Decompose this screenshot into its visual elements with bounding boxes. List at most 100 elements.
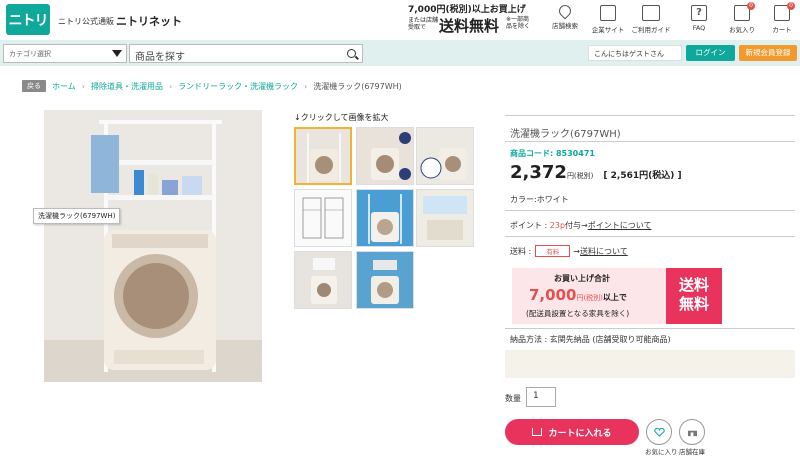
banner-title: お買い上げ合計 (554, 274, 610, 283)
company-site-label: 企業サイト (591, 26, 625, 34)
quantity-input[interactable]: 1 (526, 387, 556, 407)
breadcrumb-separator: › (168, 81, 173, 91)
banner-unit: 円(税別) (576, 294, 603, 302)
company-site-icon (600, 5, 616, 21)
main-product-image[interactable] (44, 110, 262, 382)
thumbnail-2-image (357, 128, 413, 184)
thumbnail-caption: ↓クリックして画像を拡大 (294, 113, 389, 122)
cart-badge: 0 (787, 2, 795, 10)
free-shipping-line1: 送料 (678, 276, 709, 294)
thumbnail-4-image (295, 190, 351, 246)
search-input[interactable]: 商品を探す (129, 44, 363, 63)
header: ニトリ ニトリ公式通販 ニトリネット 7,000円(税別)以上お買上げ または店… (0, 0, 800, 40)
divider (505, 115, 795, 116)
guide-label: ご利用ガイド (631, 26, 671, 34)
add-to-cart-button[interactable]: カートに入れる (505, 419, 639, 445)
product-price: 2,372 円(税別) [ 2,561円(税込) ] (510, 162, 682, 183)
shipping-paid-tag: 有料 (535, 245, 571, 257)
store-stock-button[interactable] (679, 419, 705, 445)
favorites-link[interactable]: 0 お気入り (720, 2, 764, 37)
product-code-value: 8530471 (555, 149, 595, 158)
thumbnail-3-image (417, 128, 473, 184)
breadcrumb-cleaning[interactable]: 掃除道具・洗濯用品 (91, 81, 163, 92)
banner-note: (配送員設置となる家具を除く) (526, 309, 630, 318)
price-tax-included: [ 2,561円(税込) ] (603, 171, 682, 181)
search-icon[interactable] (347, 49, 356, 58)
heart-icon (653, 427, 665, 437)
divider (505, 210, 795, 211)
promo-right-note: ※一部商品を除く (506, 16, 531, 30)
price-unit: 円(税別) (566, 172, 594, 180)
store-icon (687, 430, 697, 436)
cart-icon (532, 428, 543, 436)
divider (505, 328, 795, 329)
favorite-label: お気に入り (645, 448, 678, 456)
site-name[interactable]: ニトリネット (116, 13, 182, 29)
price-value: 2,372 (510, 162, 567, 183)
favorites-icon: 0 (734, 2, 755, 21)
thumbnail-1[interactable] (294, 127, 352, 185)
search-placeholder: 商品を探す (135, 52, 185, 63)
cart-link[interactable]: 0 カート (760, 2, 800, 37)
favorites-label: お気入り (729, 26, 755, 34)
breadcrumb-separator: › (81, 81, 85, 91)
store-search-icon (556, 2, 574, 20)
banner-amount-line: 7,000円(税別)以上で (529, 286, 627, 304)
promo-left-note: または店舗受取で (408, 17, 439, 31)
promo-main: 送料無料 (439, 17, 500, 35)
favorite-button[interactable] (646, 419, 672, 445)
product-code: 商品コード: 8530471 (510, 148, 595, 159)
image-hover-tooltip: 洗濯機ラック(6797WH) (33, 208, 121, 224)
cart-label: カート (772, 26, 792, 34)
quantity-label: 数量 (505, 394, 521, 403)
thumbnail-7[interactable] (294, 251, 352, 309)
info-panel (505, 350, 795, 378)
favorites-badge: 0 (747, 2, 755, 10)
points-info: ポイント : 23p付与→ポイントについて (510, 220, 652, 231)
thumbnail-6[interactable] (416, 189, 474, 247)
shipping-link[interactable]: 送料について (580, 246, 628, 257)
free-shipping-badge: 送料 無料 (666, 268, 722, 324)
category-select[interactable]: カテゴリ選択 (3, 44, 127, 63)
thumbnail-7-image (295, 252, 351, 308)
thumbnail-3[interactable] (416, 127, 474, 185)
nitori-logo[interactable]: ニトリ (6, 4, 50, 35)
add-to-cart-label: カートに入れる (548, 428, 612, 439)
breadcrumb: 戻る ホーム › 掃除道具・洗濯用品 › ランドリーラック・洗濯機ラック › 洗… (22, 80, 402, 92)
shipping-info: 送料 : 有料 → 送料について (510, 245, 628, 257)
promo-line1: 7,000円(税別)以上お買上げ (408, 5, 526, 15)
breadcrumb-home[interactable]: ホーム (52, 81, 76, 92)
store-search-link[interactable]: 店舗検索 (543, 2, 587, 37)
product-code-label: 商品コード: (510, 149, 556, 158)
faq-link[interactable]: ? FAQ (677, 5, 721, 37)
register-button[interactable]: 新規会員登録 (739, 45, 797, 61)
shipping-arrow: → (573, 246, 580, 256)
shipping-label: 送料 : (510, 246, 532, 256)
divider (505, 141, 795, 142)
thumbnail-8[interactable] (356, 251, 414, 309)
site-subtitle: ニトリ公式通販 (58, 17, 114, 26)
company-site-link[interactable]: 企業サイト (586, 5, 630, 37)
guest-greeting: こんにちはゲストさん (588, 45, 682, 61)
cart-icon: 0 (774, 2, 795, 21)
points-link[interactable]: ポイントについて (588, 221, 652, 230)
thumbnail-5[interactable] (356, 189, 414, 247)
back-button[interactable]: 戻る (22, 80, 46, 92)
free-shipping-promo[interactable]: 7,000円(税別)以上お買上げ または店舗受取で 送料無料 ※一部商品を除く (406, 2, 534, 38)
divider (505, 236, 795, 237)
thumbnail-4[interactable] (294, 189, 352, 247)
product-name: 洗濯機ラック(6797WH) (510, 129, 621, 140)
free-shipping-line2: 無料 (678, 295, 709, 313)
product-color: カラー:ホワイト (510, 195, 569, 204)
breadcrumb-separator: › (304, 81, 308, 91)
banner-suffix: 以上で (602, 293, 627, 302)
store-search-label: 店舗検索 (552, 22, 578, 30)
thumbnail-8-image (357, 252, 413, 308)
login-button[interactable]: ログイン (686, 45, 735, 61)
guide-link[interactable]: ご利用ガイド (629, 5, 673, 37)
breadcrumb-laundry-rack[interactable]: ランドリーラック・洗濯機ラック (178, 81, 298, 92)
faq-icon: ? (691, 5, 707, 21)
thumbnail-6-image (417, 190, 473, 246)
thumbnail-2[interactable] (356, 127, 414, 185)
points-prefix: ポイント : (510, 221, 550, 230)
